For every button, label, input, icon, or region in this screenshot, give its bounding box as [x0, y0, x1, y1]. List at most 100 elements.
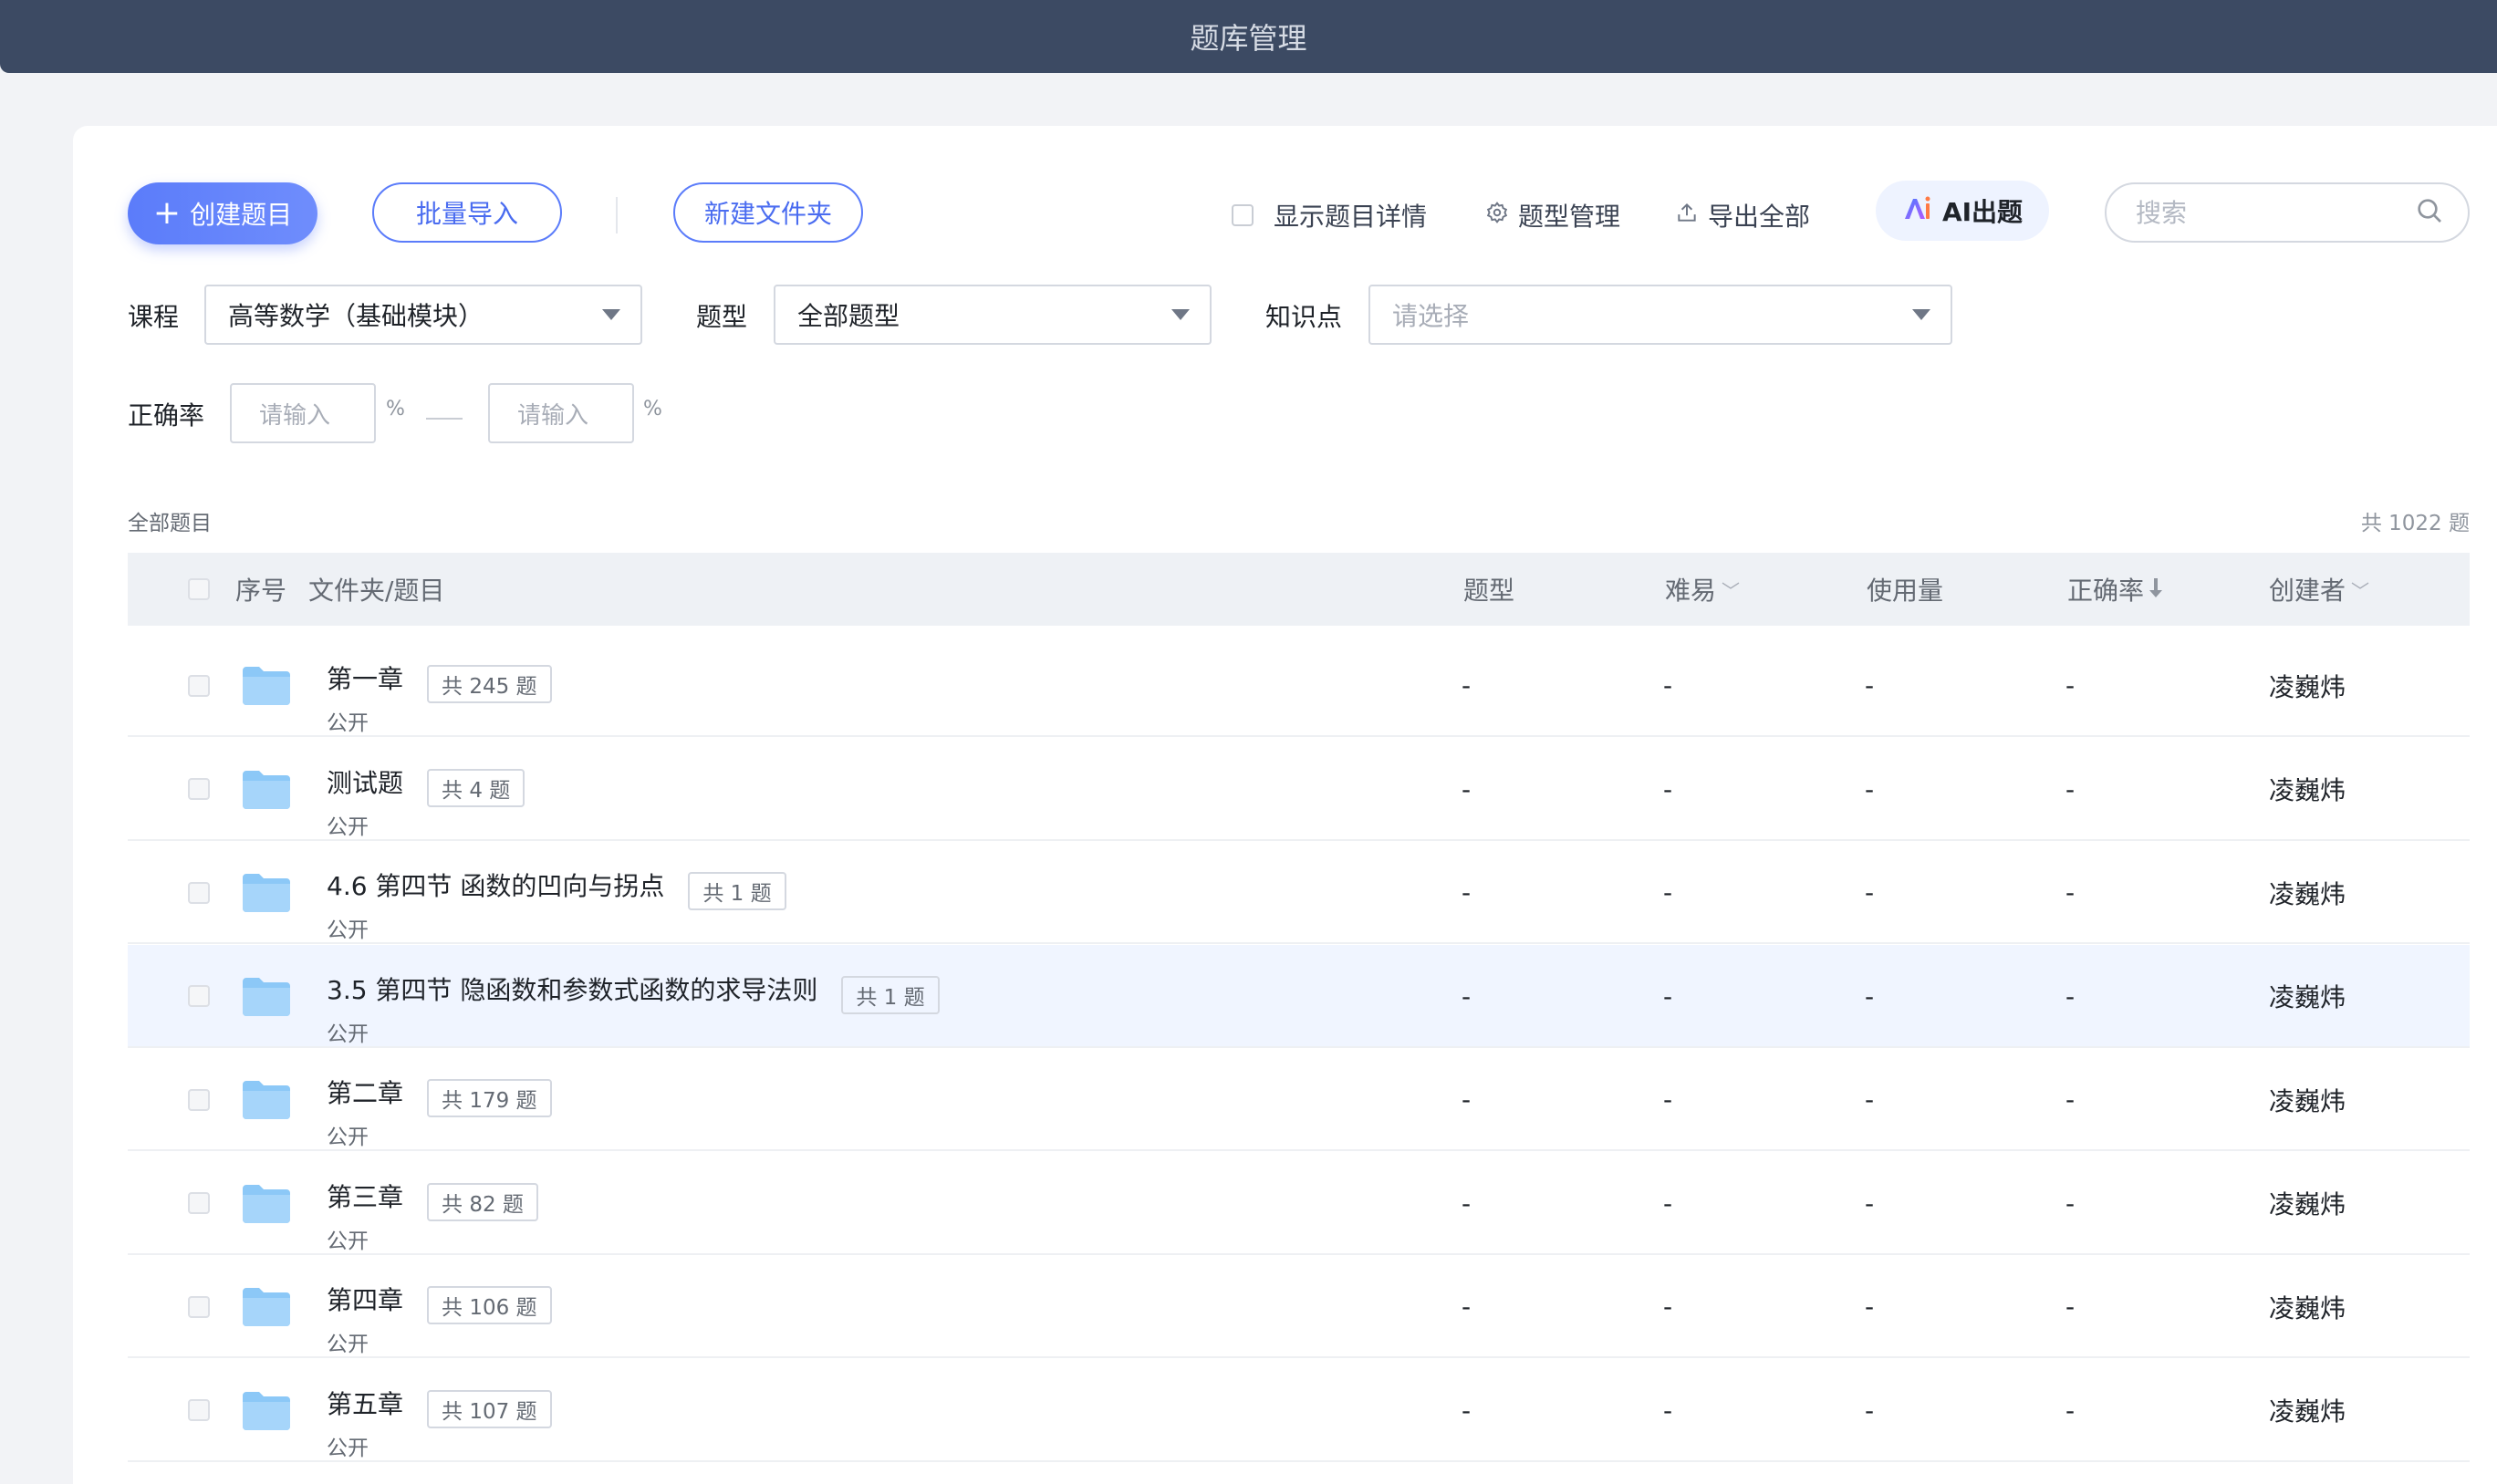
folder-name-block[interactable]: 3.5 第四节 隐函数和参数式函数的求导法则共 1 题公开 [327, 963, 940, 1047]
folder-name[interactable]: 第二章 [327, 1074, 403, 1110]
folder-icon [241, 1286, 292, 1328]
row-checkbox[interactable] [188, 1192, 210, 1214]
ai-generate-label: AI出题 [1941, 197, 2024, 227]
usage-cell: - [1865, 1292, 1875, 1322]
folder-name-block[interactable]: 测试题共 4 题公开 [327, 756, 525, 840]
folder-name[interactable]: 第四章 [327, 1281, 403, 1317]
table-row[interactable]: 第一章共 245 题公开 - - - - 凌巍炜 [128, 634, 2470, 737]
type-cell: - [1462, 981, 1472, 1012]
accuracy-min-input[interactable]: 请输入 [230, 383, 376, 443]
chevron-down-icon[interactable]: ﹀ [1722, 576, 1740, 603]
folder-name[interactable]: 4.6 第四节 函数的凹向与拐点 [327, 867, 664, 903]
knowledge-select[interactable]: 请选择 [1368, 285, 1952, 345]
row-checkbox-cell[interactable] [188, 841, 210, 944]
folder-name[interactable]: 第三章 [327, 1178, 403, 1214]
folder-name[interactable]: 第一章 [327, 659, 403, 696]
accuracy-cell: - [2065, 1292, 2076, 1322]
row-checkbox-cell[interactable] [188, 945, 210, 1048]
export-all-link[interactable]: 导出全部 [1675, 197, 1810, 233]
accuracy-cell: - [2065, 1084, 2076, 1115]
type-select[interactable]: 全部题型 [774, 285, 1212, 345]
type-cell: - [1462, 1188, 1472, 1219]
row-checkbox[interactable] [188, 674, 210, 697]
export-all-label: 导出全部 [1708, 202, 1811, 232]
show-detail-toggle[interactable]: 显示题目详情 [1232, 197, 1427, 233]
folder-name-block[interactable]: 第三章共 82 题公开 [327, 1170, 538, 1254]
column-accuracy[interactable]: 正确率 [2067, 553, 2164, 626]
row-checkbox-cell[interactable] [188, 1048, 210, 1151]
creator-cell: 凌巍炜 [2269, 1292, 2346, 1323]
search-icon[interactable] [2415, 196, 2444, 229]
row-checkbox-cell[interactable] [188, 1359, 210, 1462]
type-cell: - [1462, 1395, 1472, 1426]
type-cell: - [1462, 773, 1472, 804]
type-manage-link[interactable]: 题型管理 [1485, 197, 1620, 233]
creator-cell: 凌巍炜 [2269, 982, 2346, 1012]
batch-import-label: 批量导入 [415, 199, 518, 229]
type-cell: - [1462, 1292, 1472, 1322]
type-cell: - [1462, 1084, 1472, 1115]
folder-name[interactable]: 第五章 [327, 1385, 403, 1421]
row-checkbox-cell[interactable] [188, 1152, 210, 1255]
row-checkbox[interactable] [188, 1088, 210, 1111]
folder-icon [241, 665, 292, 707]
creator-cell: 凌巍炜 [2269, 1085, 2346, 1116]
row-checkbox[interactable] [188, 881, 210, 904]
course-select[interactable]: 高等数学（基础模块） [204, 285, 642, 345]
row-checkbox[interactable] [188, 985, 210, 1007]
creator-cell: 凌巍炜 [2269, 671, 2346, 702]
search-box[interactable] [2105, 182, 2470, 243]
table-row[interactable]: 第四章共 106 题公开 - - - - 凌巍炜 [128, 1255, 2470, 1358]
new-folder-button[interactable]: 新建文件夹 [673, 182, 863, 243]
column-difficulty-label: 难易 [1665, 576, 1717, 606]
difficulty-cell: - [1663, 981, 1673, 1012]
accuracy-max-input[interactable]: 请输入 [488, 383, 634, 443]
row-checkbox[interactable] [188, 1295, 210, 1318]
show-detail-checkbox[interactable] [1232, 204, 1254, 226]
row-checkbox-cell[interactable] [188, 738, 210, 841]
table-row[interactable]: 第三章共 82 题公开 - - - - 凌巍炜 [128, 1152, 2470, 1255]
folder-name[interactable]: 3.5 第四节 隐函数和参数式函数的求导法则 [327, 970, 817, 1007]
table-row[interactable]: 3.5 第四节 隐函数和参数式函数的求导法则共 1 题公开 - - - - 凌巍炜 [128, 944, 2470, 1048]
batch-import-button[interactable]: 批量导入 [372, 182, 562, 243]
table-row[interactable]: 第五章共 107 题公开 - - - - 凌巍炜 [128, 1359, 2470, 1462]
table-row[interactable]: 测试题共 4 题公开 - - - - 凌巍炜 [128, 738, 2470, 841]
column-creator[interactable]: 创建者 ﹀ [2269, 553, 2369, 626]
sort-descending-icon[interactable] [2148, 575, 2164, 605]
row-checkbox-cell[interactable] [188, 1255, 210, 1358]
total-count: 共 1022 题 [2360, 512, 2470, 535]
ai-generate-button[interactable]: AI出题 [1876, 181, 2049, 241]
toolbar-divider [616, 197, 618, 233]
folder-name-block[interactable]: 第一章共 245 题公开 [327, 652, 552, 736]
select-all-checkbox[interactable] [188, 578, 210, 600]
chevron-down-icon[interactable]: ﹀ [2351, 576, 2369, 603]
row-checkbox[interactable] [188, 1399, 210, 1421]
folder-icon [241, 1079, 292, 1121]
upload-icon [1675, 201, 1699, 231]
row-checkbox-cell[interactable] [188, 634, 210, 737]
search-input[interactable] [2134, 196, 2411, 229]
difficulty-cell: - [1663, 670, 1673, 700]
column-difficulty[interactable]: 难易 ﹀ [1665, 553, 1740, 626]
creator-cell: 凌巍炜 [2269, 878, 2346, 909]
accuracy-cell: - [2065, 1188, 2076, 1219]
gear-icon [1485, 201, 1509, 231]
difficulty-cell: - [1663, 1188, 1673, 1219]
folder-name-block[interactable]: 第二章共 179 题公开 [327, 1066, 552, 1150]
folder-name-block[interactable]: 第四章共 106 题公开 [327, 1273, 552, 1357]
folder-icon [241, 1183, 292, 1225]
table-row[interactable]: 第二章共 179 题公开 - - - - 凌巍炜 [128, 1048, 2470, 1151]
visibility-label: 公开 [327, 1436, 369, 1460]
type-filter-label: 题型 [696, 302, 748, 332]
chevron-down-icon [602, 309, 620, 320]
accuracy-cell: - [2065, 981, 2076, 1012]
usage-cell: - [1865, 1084, 1875, 1115]
folder-name[interactable]: 测试题 [327, 763, 403, 800]
select-all-cell[interactable] [188, 553, 210, 626]
folder-name-block[interactable]: 4.6 第四节 函数的凹向与拐点共 1 题公开 [327, 859, 786, 943]
type-cell: - [1462, 670, 1472, 700]
table-row[interactable]: 4.6 第四节 函数的凹向与拐点共 1 题公开 - - - - 凌巍炜 [128, 841, 2470, 944]
create-question-button[interactable]: + 创建题目 [128, 182, 317, 244]
row-checkbox[interactable] [188, 778, 210, 800]
folder-name-block[interactable]: 第五章共 107 题公开 [327, 1377, 552, 1461]
